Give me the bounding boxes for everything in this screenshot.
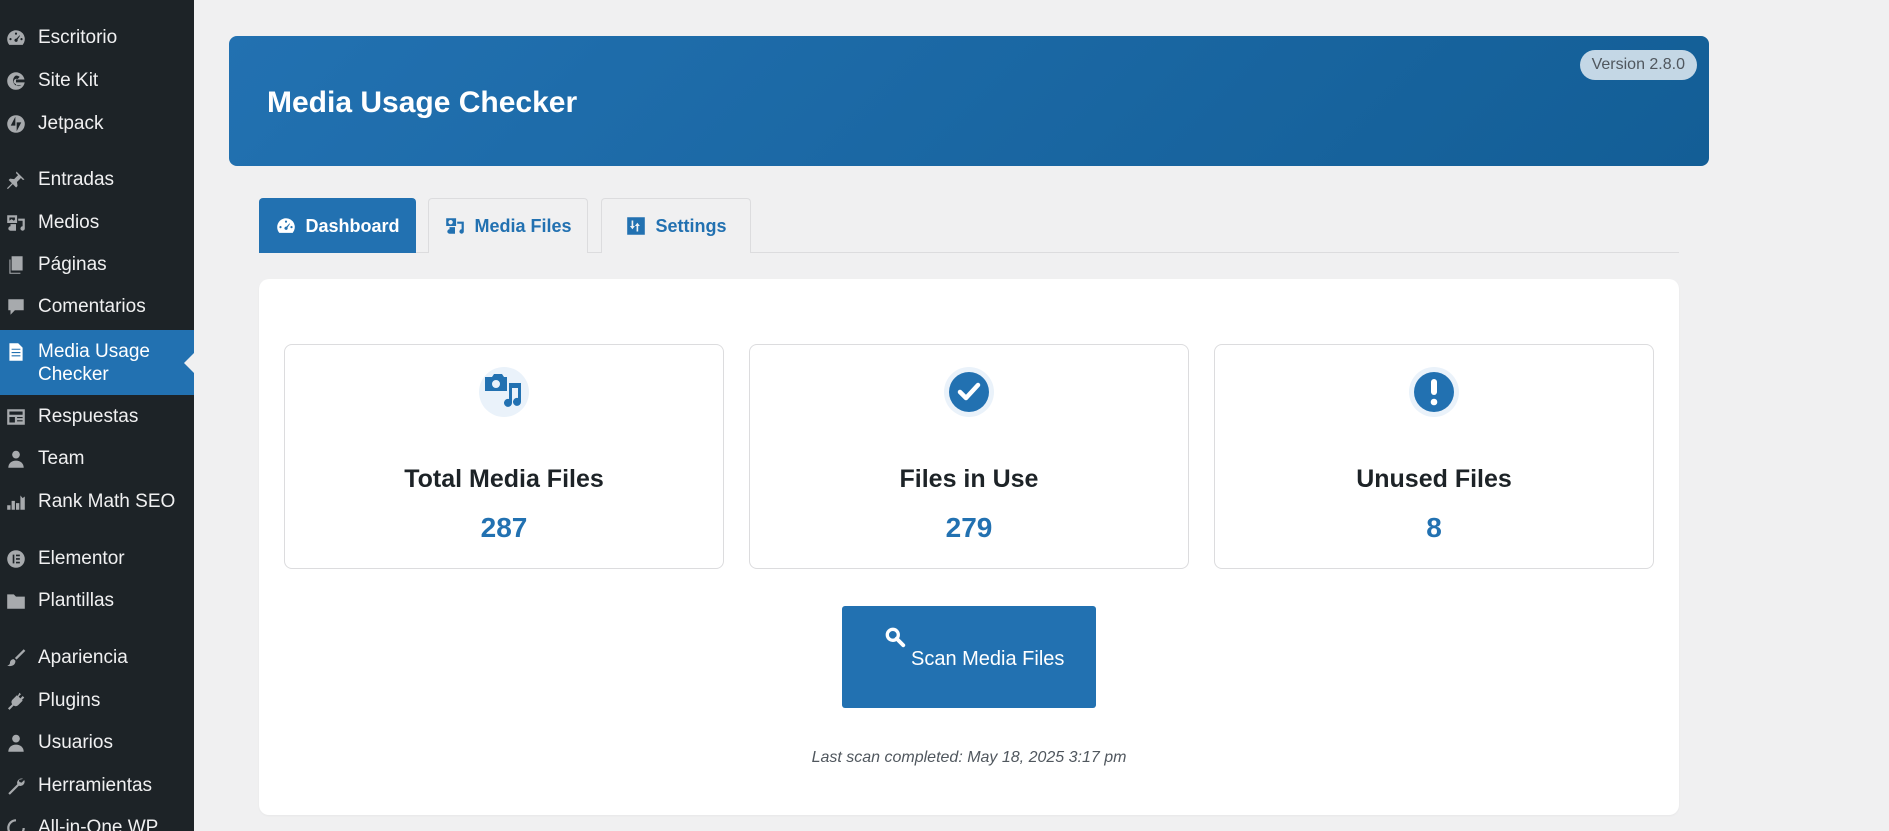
sidebar-item-label: Usuarios [38, 732, 113, 753]
pushpin-icon [4, 168, 28, 192]
sidebar-item-apariencia[interactable]: Apariencia [0, 645, 194, 671]
sidebar-item-usuarios[interactable]: Usuarios [0, 730, 194, 756]
sidebar-item-herramientas[interactable]: Herramientas [0, 773, 194, 799]
sidebar-item-escritorio[interactable]: Escritorio [0, 25, 194, 51]
stat-value: 279 [945, 512, 993, 543]
feedback-icon [4, 405, 28, 429]
page-icon [4, 253, 28, 277]
settings-sliders-icon [627, 217, 646, 235]
tab-bar: Dashboard Media Files Settings [259, 198, 1679, 253]
media-camera-music-icon [479, 367, 529, 417]
sidebar-item-label: Herramientas [38, 775, 153, 796]
search-icon [885, 627, 906, 648]
wrench-icon [4, 774, 28, 798]
rank-math-icon [4, 490, 28, 514]
scan-button-label: Scan Media Files [911, 648, 1065, 670]
stat-card-files-in-use: Files in Use 279 [749, 344, 1189, 569]
stat-card-unused-files: Unused Files 8 [1214, 344, 1654, 569]
jetpack-icon [4, 112, 28, 136]
tab-label: Dashboard [305, 215, 400, 236]
sidebar-item-label: Entradas [38, 169, 115, 190]
sidebar-item-entradas[interactable]: Entradas [0, 167, 194, 193]
stat-label: Unused Files [1356, 465, 1512, 493]
sidebar-item-label: Elementor [38, 548, 125, 569]
version-badge: Version 2.8.0 [1579, 50, 1697, 80]
sidebar-item-label: Páginas [38, 254, 107, 275]
tab-dashboard[interactable]: Dashboard [259, 198, 416, 253]
sidebar-item-site-kit[interactable]: Site Kit [0, 68, 194, 94]
sidebar-item-team[interactable]: Team [0, 446, 194, 472]
sidebar-item-media-usage-checker[interactable]: Media Usage Checker [0, 330, 194, 395]
tab-settings[interactable]: Settings [601, 198, 751, 253]
paintbrush-icon [4, 646, 28, 670]
admin-sidebar: Escritorio Site Kit Jetpack Entradas Med… [0, 0, 194, 831]
dashboard-panel: Total Media Files 287 Files in Use 279 U… [259, 279, 1679, 815]
sidebar-item-label: Plugins [38, 690, 101, 711]
stat-value: 287 [480, 512, 528, 543]
sidebar-item-all-in-one-wp[interactable]: All-in-One WP [0, 815, 194, 831]
scan-media-files-button[interactable]: Scan Media Files [842, 606, 1096, 708]
sidebar-item-label: Escritorio [38, 27, 118, 48]
sidebar-item-plantillas[interactable]: Plantillas [0, 588, 194, 614]
sidebar-item-label: Site Kit [38, 70, 99, 91]
dashboard-gauge-icon [277, 218, 296, 233]
last-scan-status: Last scan completed: May 18, 2025 3:17 p… [811, 749, 1127, 766]
sidebar-item-label: Apariencia [38, 647, 128, 668]
media-files-icon [446, 218, 465, 234]
sidebar-item-label-line2: Checker [38, 363, 109, 385]
person-icon [4, 447, 28, 471]
folder-icon [4, 589, 28, 613]
sidebar-item-label: Respuestas [38, 406, 139, 427]
sidebar-item-label: Medios [38, 212, 100, 233]
sidebar-item-label: Comentarios [38, 296, 146, 317]
sidebar-item-label: All-in-One WP [38, 817, 159, 831]
stat-card-total-media: Total Media Files 287 [284, 344, 724, 569]
sidebar-item-plugins[interactable]: Plugins [0, 688, 194, 714]
document-icon [4, 340, 28, 364]
sidebar-item-comentarios[interactable]: Comentarios [0, 294, 194, 320]
tab-label: Media Files [474, 215, 572, 236]
sidebar-item-label: Media Usage [38, 340, 150, 362]
sidebar-item-label: Jetpack [38, 113, 104, 134]
exclamation-circle-icon [1409, 367, 1459, 417]
media-icon [4, 211, 28, 235]
migration-icon [4, 816, 28, 831]
sidebar-item-paginas[interactable]: Páginas [0, 252, 194, 278]
stat-label: Total Media Files [404, 465, 604, 493]
plugin-header-banner: Media Usage Checker Version 2.8.0 [229, 36, 1709, 166]
dashboard-icon [4, 26, 28, 50]
sidebar-item-respuestas[interactable]: Respuestas [0, 404, 194, 430]
tab-label: Settings [655, 215, 727, 236]
google-g-icon [4, 69, 28, 93]
user-icon [4, 731, 28, 755]
sidebar-item-jetpack[interactable]: Jetpack [0, 111, 194, 137]
page-title: Media Usage Checker [267, 86, 578, 119]
active-indicator-arrow [184, 352, 194, 373]
checkmark-circle-icon [944, 367, 994, 417]
sidebar-item-label: Team [38, 448, 85, 469]
sidebar-item-rank-math-seo[interactable]: Rank Math SEO [0, 489, 194, 515]
sidebar-item-label: Rank Math SEO [38, 491, 176, 512]
sidebar-item-label: Plantillas [38, 590, 115, 611]
sidebar-item-medios[interactable]: Medios [0, 210, 194, 236]
elementor-icon [4, 547, 28, 571]
sidebar-item-elementor[interactable]: Elementor [0, 546, 194, 572]
plug-icon [4, 689, 28, 713]
comment-icon [4, 295, 28, 319]
stat-value: 8 [1426, 512, 1442, 543]
stat-label: Files in Use [899, 465, 1039, 493]
tab-media-files[interactable]: Media Files [428, 198, 588, 253]
